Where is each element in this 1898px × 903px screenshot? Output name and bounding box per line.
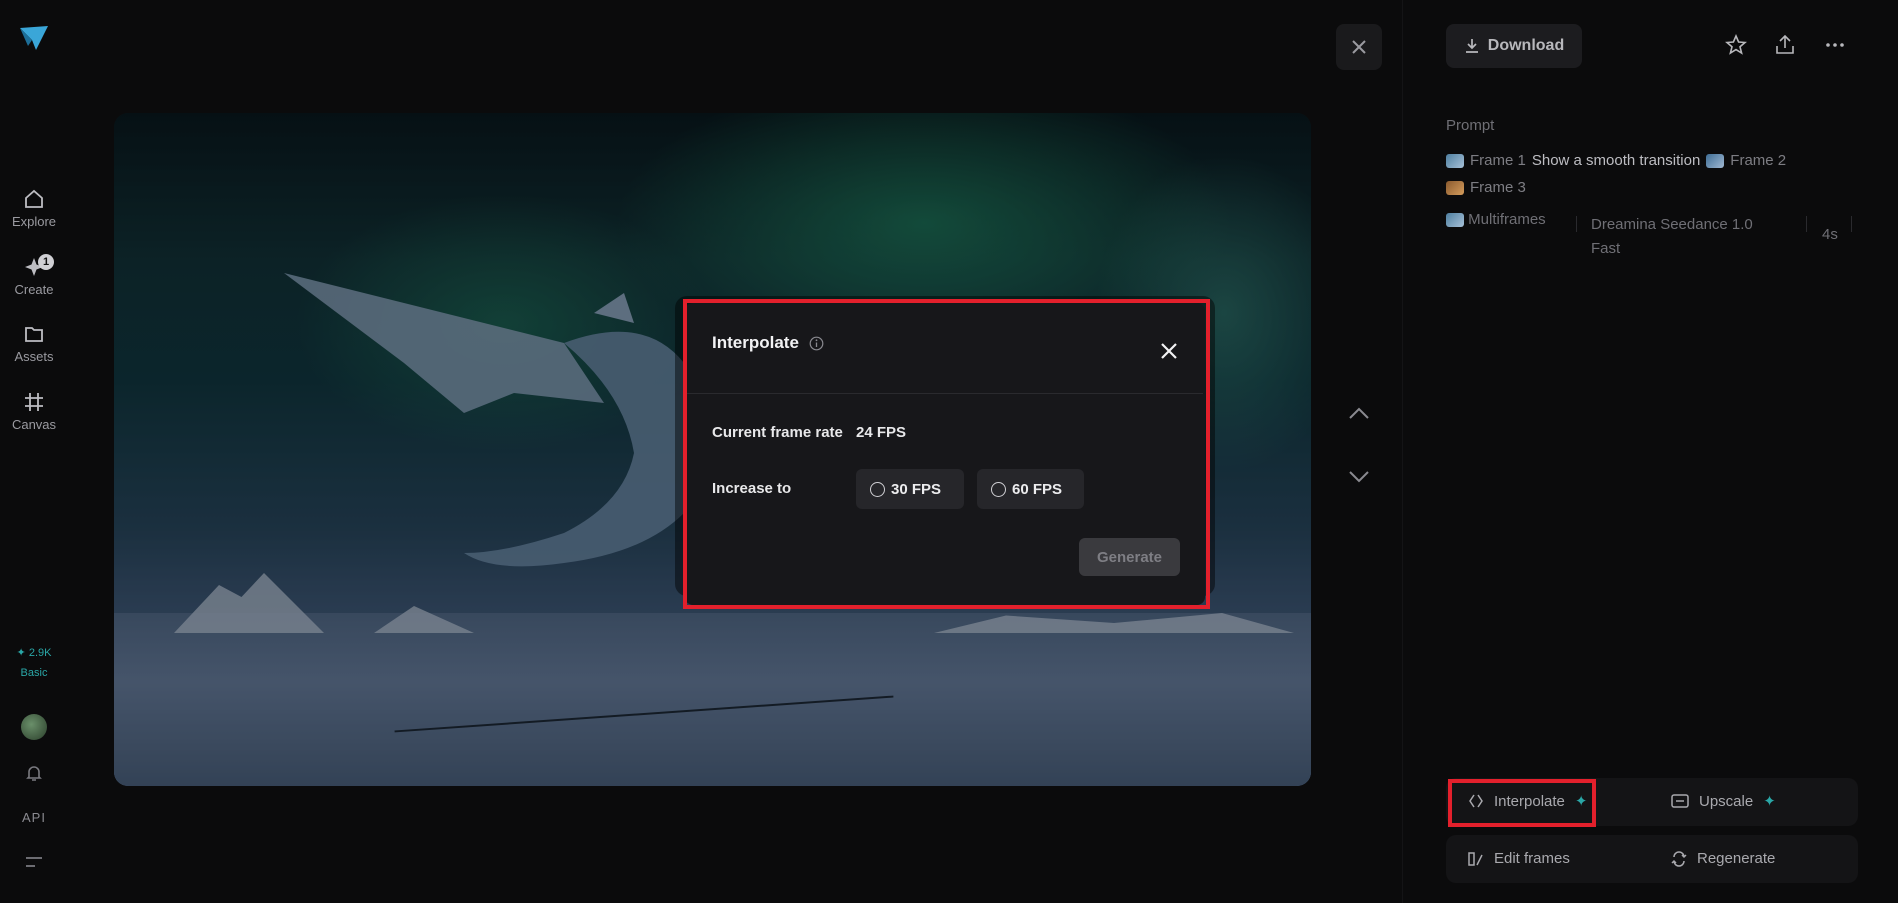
generate-button[interactable]: Generate <box>1079 538 1180 576</box>
prompt-text: Show a smooth transition <box>1531 152 1701 169</box>
nav-canvas-label: Canvas <box>11 417 57 432</box>
increase-to-label: Increase to <box>712 480 792 497</box>
previous-arrow-icon[interactable] <box>1348 406 1370 420</box>
frame-thumbnail <box>1446 180 1464 195</box>
frame-thumbnail <box>1706 153 1725 168</box>
upscale-icon <box>1671 794 1689 808</box>
prompt-heading: Prompt <box>1446 117 1495 134</box>
plan-label: Basic <box>20 667 48 679</box>
regenerate-icon <box>1671 850 1687 867</box>
prompt-text-line-1: Frame 1 Show a smooth transition Frame 2 <box>1446 152 1786 169</box>
menu-icon[interactable] <box>25 855 43 869</box>
app-logo[interactable] <box>18 24 50 52</box>
nav-create-label: Create <box>14 282 54 297</box>
regenerate-label: Regenerate <box>1697 850 1776 867</box>
current-frame-rate-label: Current frame rate <box>712 424 843 441</box>
dialog-title-text: Interpolate <box>712 333 799 352</box>
details-panel <box>1402 0 1898 903</box>
download-label: Download <box>1487 37 1565 54</box>
nav-assets[interactable]: Assets <box>0 323 68 364</box>
multiframes-thumbnail <box>1446 213 1464 228</box>
nav-explore-label: Explore <box>11 214 57 229</box>
current-frame-rate-value: 24 FPS <box>856 424 907 441</box>
credits-indicator[interactable]: ✦ 2.9K Basic <box>12 646 56 679</box>
fps-60-option[interactable]: 60 FPS <box>977 469 1084 509</box>
next-arrow-icon[interactable] <box>1348 470 1370 484</box>
nav-canvas[interactable]: Canvas <box>0 391 68 432</box>
frame-2-label: Frame 2 <box>1730 152 1787 169</box>
duration-label: 4s <box>1822 226 1838 243</box>
canvas-icon <box>25 393 43 411</box>
frame-3-label: Frame 3 <box>1470 179 1526 196</box>
frame-1-label: Frame 1 <box>1470 152 1526 169</box>
info-icon[interactable] <box>809 336 824 351</box>
api-link[interactable]: API <box>0 810 68 825</box>
more-options-icon[interactable] <box>1824 34 1846 56</box>
upscale-button[interactable]: Upscale ✦ <box>1671 792 1776 810</box>
home-icon <box>25 189 43 208</box>
notification-badge: 1 <box>38 254 54 270</box>
model-name-line-1: Dreamina Seedance 1.0 <box>1591 216 1753 233</box>
model-info: Dreamina Seedance 1.0 Fast <box>1591 213 1753 261</box>
fps-30-label: 30 FPS <box>891 480 942 498</box>
fps-60-label: 60 FPS <box>1012 480 1063 498</box>
sparkle-icon: ✦ <box>1763 793 1776 810</box>
nav-assets-label: Assets <box>14 349 54 364</box>
dialog-divider <box>687 393 1203 394</box>
nav-explore[interactable]: Explore <box>0 188 68 229</box>
highlight-box <box>1448 779 1596 827</box>
share-icon[interactable] <box>1774 34 1796 56</box>
prompt-text-line-2: Frame 3 <box>1446 179 1526 196</box>
dialog-close-icon[interactable] <box>1156 338 1182 364</box>
credits-count: ✦ 2.9K <box>16 647 52 659</box>
star-icon[interactable] <box>1725 34 1747 56</box>
edit-frames-label: Edit frames <box>1494 850 1570 867</box>
bell-icon[interactable] <box>24 763 44 783</box>
edit-frames-button[interactable]: Edit frames <box>1468 850 1570 867</box>
dialog-title: Interpolate <box>712 333 824 353</box>
radio-button <box>870 481 885 497</box>
download-icon <box>1465 39 1478 53</box>
mode-label: Multiframes <box>1468 211 1546 228</box>
edit-frames-icon <box>1468 851 1483 866</box>
upscale-label: Upscale <box>1699 792 1754 810</box>
folder-icon <box>25 327 43 342</box>
close-icon <box>1352 40 1366 54</box>
frame-thumbnail <box>1446 153 1464 168</box>
nav-create[interactable]: 1 Create <box>0 254 68 297</box>
close-viewer-button[interactable] <box>1336 24 1382 70</box>
radio-button <box>991 481 1006 497</box>
generation-meta: Multiframes <box>1446 211 1546 228</box>
model-name-line-2: Fast <box>1591 240 1621 257</box>
left-sidebar: Explore 1 Create Assets Canvas ✦ 2.9K Ba… <box>0 0 68 903</box>
avatar[interactable] <box>21 714 47 740</box>
download-button[interactable]: Download <box>1446 24 1582 68</box>
regenerate-button[interactable]: Regenerate <box>1671 850 1775 867</box>
fps-30-option[interactable]: 30 FPS <box>856 469 964 509</box>
